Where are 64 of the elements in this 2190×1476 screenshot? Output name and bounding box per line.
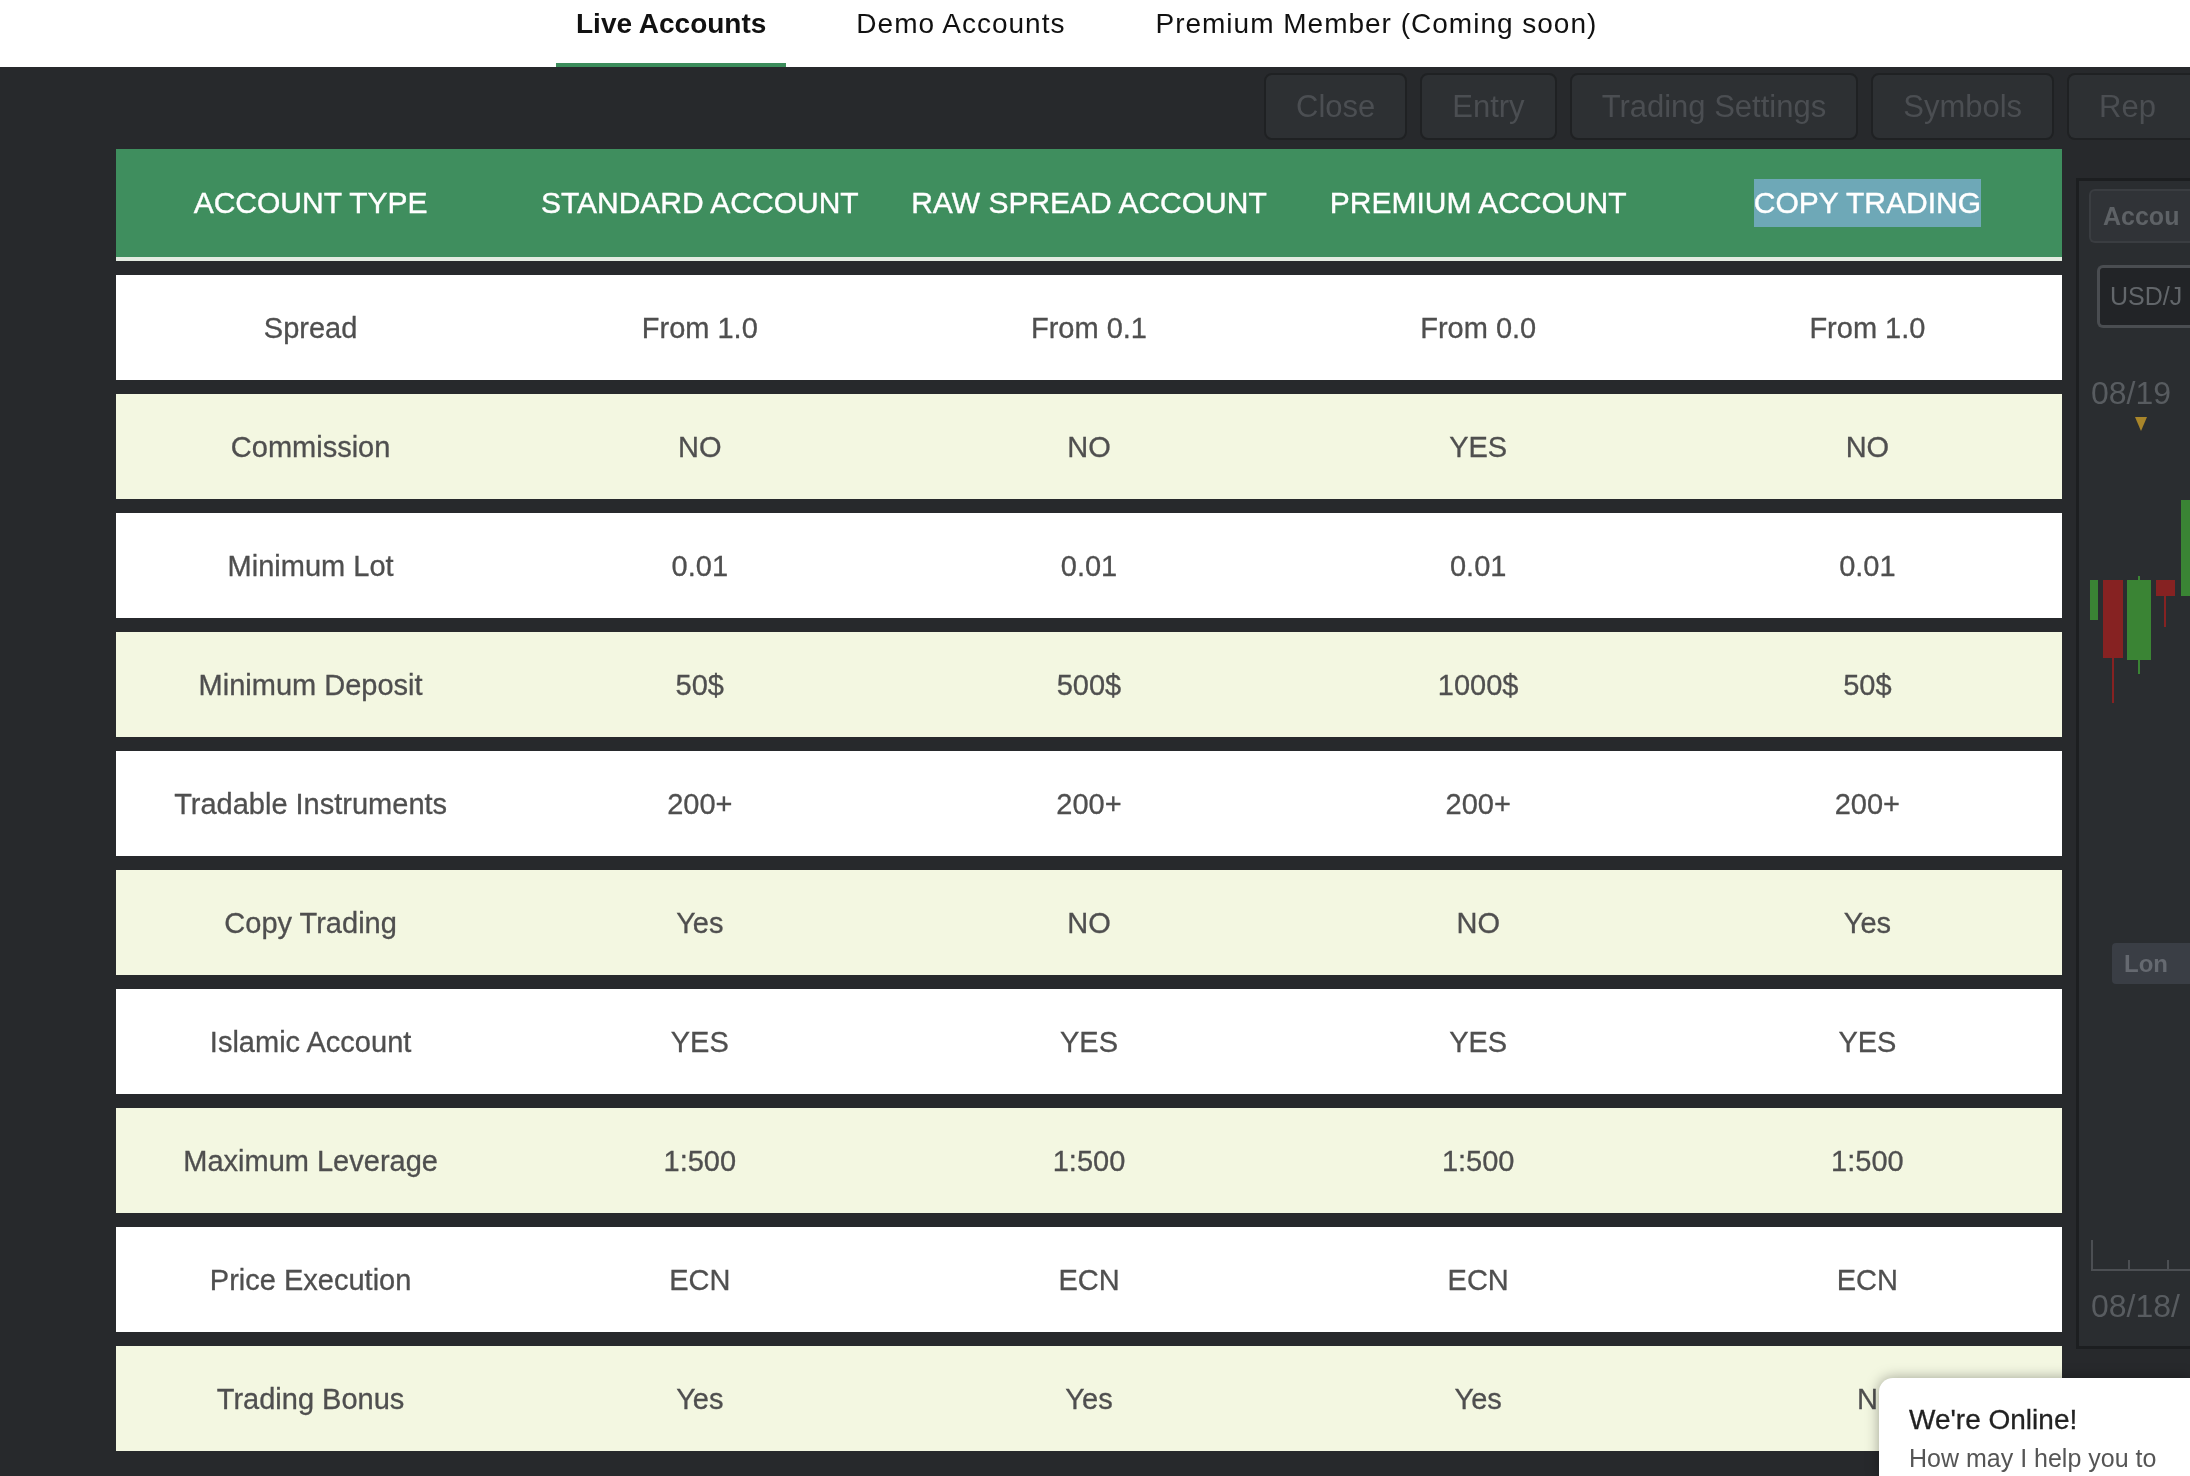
row-label: Price Execution — [209, 1262, 412, 1297]
cell-value: 0.01 — [1060, 548, 1118, 583]
cell-value: YES — [1059, 1024, 1118, 1059]
cell-value: From 0.0 — [1420, 310, 1537, 345]
cell-value: ECN — [1058, 1262, 1120, 1297]
marker-icon — [2135, 417, 2147, 431]
cell-value: 1:500 — [1441, 1143, 1515, 1178]
cell-value: 1:500 — [1052, 1143, 1126, 1178]
symbol-field[interactable]: USD/J — [2097, 265, 2190, 328]
cell-value: 200+ — [667, 786, 733, 821]
cell-value: 50$ — [1843, 667, 1892, 702]
account-tab[interactable]: Demo Accounts — [836, 0, 1086, 67]
cell-value: NO — [678, 429, 722, 464]
cell-value: Yes — [1454, 1381, 1502, 1416]
row-label: Minimum Lot — [227, 548, 394, 583]
cell-value: 1:500 — [663, 1143, 737, 1178]
cell-value: Yes — [1065, 1381, 1113, 1416]
cell-value: 0.01 — [1839, 548, 1896, 583]
cell-value: 0.01 — [671, 548, 728, 583]
cell-value: YES — [670, 1024, 729, 1059]
cell-value: NO — [1067, 429, 1111, 464]
chat-message: How may I help you to — [1909, 1443, 2157, 1473]
chat-title: We're Online! — [1909, 1404, 2078, 1436]
row-label: Islamic Account — [209, 1024, 412, 1059]
cell-value: 1000$ — [1437, 667, 1519, 702]
cell-value: ECN — [669, 1262, 731, 1297]
cell-value: 200+ — [1056, 786, 1122, 821]
row-label: Tradable Instruments — [174, 786, 448, 821]
cell-value: 0.01 — [1449, 548, 1507, 583]
cell-value: Yes — [1843, 905, 1892, 940]
row-label: Trading Bonus — [216, 1381, 405, 1416]
cell-value: 200+ — [1445, 786, 1511, 821]
cell-value: ECN — [1836, 1262, 1898, 1297]
cell-value: NO — [1845, 429, 1890, 464]
column-header: RAW SPREAD ACCOUNT — [911, 185, 1267, 221]
row-label: Copy Trading — [224, 905, 397, 940]
cell-value: N — [1856, 1381, 1878, 1416]
account-tab[interactable]: Premium Member (Coming soon) — [1135, 0, 1618, 67]
cell-value: Yes — [676, 905, 724, 940]
bearish-candle — [2156, 580, 2175, 627]
cell-value: 500$ — [1056, 667, 1122, 702]
column-header: STANDARD ACCOUNT — [540, 185, 859, 221]
cell-value: From 1.0 — [641, 310, 758, 345]
cell-value: 50$ — [675, 667, 724, 702]
column-header: PREMIUM ACCOUNT — [1329, 185, 1627, 221]
row-label: Minimum Deposit — [198, 667, 423, 702]
cell-value: Yes — [676, 1381, 724, 1416]
cell-value: YES — [1449, 429, 1508, 464]
row-label: Commission — [230, 429, 391, 464]
row-label: Maximum Leverage — [183, 1143, 438, 1178]
cell-value: NO — [1456, 905, 1500, 940]
cell-value: ECN — [1447, 1262, 1509, 1297]
cell-value: NO — [1067, 905, 1111, 940]
row-label: Spread — [263, 310, 358, 345]
cell-value: 200+ — [1834, 786, 1901, 821]
bullish-candle — [2090, 580, 2098, 620]
cell-value: From 1.0 — [1809, 310, 1926, 345]
cell-value: YES — [1838, 1024, 1897, 1059]
column-header: ACCOUNT TYPE — [193, 185, 428, 221]
cell-value: 1:500 — [1831, 1143, 1904, 1178]
chat-popup[interactable]: We're Online! How may I help you to — [1879, 1378, 2190, 1476]
column-header: COPY TRADING — [1753, 179, 1982, 227]
cell-value: YES — [1449, 1024, 1508, 1059]
cell-value: From 0.1 — [1030, 310, 1147, 345]
